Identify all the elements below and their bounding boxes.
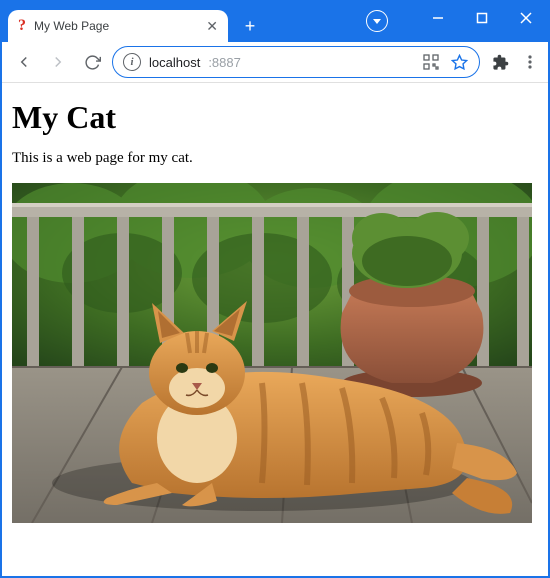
favicon-icon: ? — [18, 18, 26, 34]
url-port: :8887 — [208, 55, 241, 70]
reload-button[interactable] — [78, 48, 106, 76]
address-bar[interactable]: i localhost :8887 — [112, 46, 480, 78]
browser-tab[interactable]: ? My Web Page ✕ — [8, 10, 228, 42]
maximize-button[interactable] — [460, 2, 504, 34]
site-info-icon[interactable]: i — [123, 53, 141, 71]
page-heading: My Cat — [12, 99, 538, 136]
tab-title: My Web Page — [34, 19, 198, 33]
browser-window: ? My Web Page ✕ + i — [0, 0, 550, 578]
close-window-button[interactable] — [504, 2, 548, 34]
bookmark-star-icon[interactable] — [449, 52, 469, 72]
forward-button[interactable] — [44, 48, 72, 76]
url-host: localhost — [149, 55, 200, 70]
toolbar: i localhost :8887 — [2, 42, 548, 83]
minimize-button[interactable] — [416, 2, 460, 34]
qr-icon[interactable] — [421, 52, 441, 72]
close-tab-icon[interactable]: ✕ — [206, 18, 218, 35]
page-paragraph: This is a web page for my cat. — [12, 150, 538, 167]
tab-search-button[interactable] — [366, 10, 388, 32]
titlebar: ? My Web Page ✕ + — [2, 2, 548, 42]
menu-icon[interactable] — [520, 52, 540, 72]
page-content: My Cat This is a web page for my cat. — [2, 83, 548, 576]
cat-photo — [12, 183, 532, 523]
window-controls — [416, 2, 548, 34]
toolbar-right — [486, 52, 540, 72]
back-button[interactable] — [10, 48, 38, 76]
extensions-icon[interactable] — [490, 52, 510, 72]
new-tab-button[interactable]: + — [236, 12, 264, 40]
